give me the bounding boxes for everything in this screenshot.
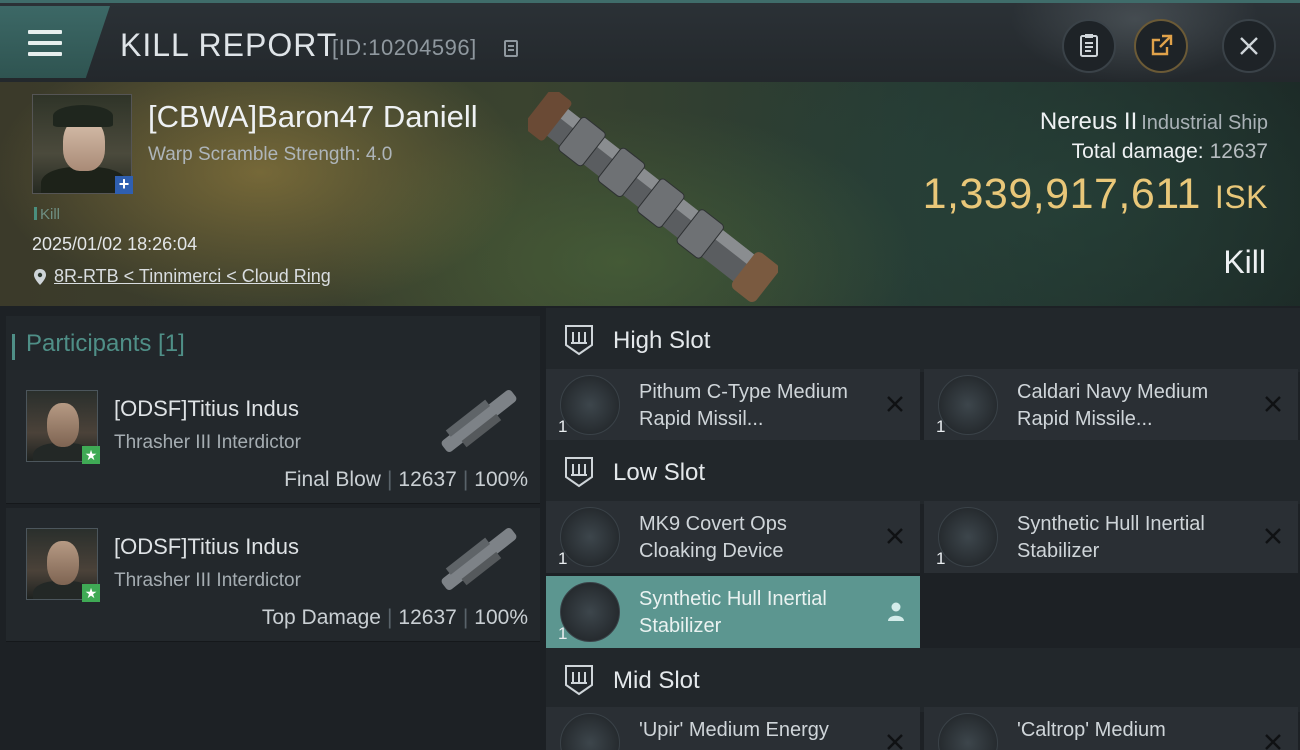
participant-ship-image [441,390,517,452]
total-damage-value: 12637 [1209,140,1268,163]
victim-ship-image [528,92,778,302]
remove-x-icon[interactable] [884,525,906,547]
victim-name[interactable]: [CBWA]Baron47 Daniell [148,99,478,135]
cloaking-device-icon [560,507,620,567]
module-item[interactable]: 1 Pithum C-Type Medium Rapid Missil... [546,369,920,441]
energy-module-icon [560,713,620,750]
slot-icon [565,665,593,696]
close-icon [1240,37,1258,55]
isk-amount: 1,339,917,611 [922,170,1201,218]
remove-x-icon[interactable] [1262,525,1284,547]
module-name: 'Upir' Medium Energy [639,719,829,741]
header-bar: KILL REPORT [ID:10204596] [0,0,1300,83]
copy-icon[interactable] [504,40,518,57]
clipboard-button[interactable] [1062,19,1116,73]
low-slot-label: Low Slot [613,459,706,486]
participant-damage: 12637 [398,606,457,629]
participants-label: Participants [1] [12,330,185,360]
slot-icon [565,325,593,356]
participant-stats: Final Blow | 12637 | 100% [284,468,528,491]
participant-card[interactable]: ★ [ODSF]Titius Indus Thrasher III Interd… [6,370,540,504]
module-qty: 1 [936,549,946,568]
victim-ship[interactable]: Nereus II Industrial Ship [1040,108,1268,136]
module-qty: 1 [936,417,946,436]
mid-slot-header: Mid Slot [546,648,1300,712]
participant-ship: Thrasher III Interdictor [114,570,301,591]
plus-icon[interactable]: + [115,175,133,194]
module-item[interactable]: 'Caltrop' Medium [924,707,1298,750]
high-slot-header: High Slot [546,308,1300,372]
clipboard-icon [1080,34,1098,57]
module-item[interactable]: 1 MK9 Covert Ops Cloaking Device [546,501,920,573]
menu-icon [28,30,62,63]
low-slot-header: Low Slot [546,440,1300,504]
star-icon: ★ [82,584,100,602]
participant-ship: Thrasher III Interdictor [114,432,301,453]
module-name: Synthetic Hull Inertial Stabilizer [639,588,827,637]
kill-datetime: 2025/01/02 18:26:04 [32,234,198,254]
pin-icon [34,268,46,285]
missile-launcher-icon [560,375,620,435]
report-id: [ID:10204596] [332,35,477,60]
module-qty: 1 [558,624,568,643]
participant-ship-image [441,528,517,590]
isk-unit: ISK [1214,179,1268,215]
kill-banner: + [CBWA]Baron47 Daniell Warp Scramble St… [0,82,1300,306]
kill-location-link[interactable]: 8R-RTB < Tinnimerci < Cloud Ring [32,266,331,287]
module-name: Caldari Navy Medium Rapid Missile... [1017,381,1209,430]
isk-value: 1,339,917,611 ISK [923,170,1268,219]
participant-name: [ODSF]Titius Indus [114,396,300,421]
module-name: Synthetic Hull Inertial Stabilizer [1017,513,1205,562]
module-name: MK9 Covert Ops Cloaking Device [639,513,787,562]
location-text: 8R-RTB < Tinnimerci < Cloud Ring [54,266,331,286]
missile-launcher-icon [938,375,998,435]
participant-card[interactable]: ★ [ODSF]Titius Indus Thrasher III Interd… [6,508,540,642]
participants-panel: Participants [1] ★ [ODSF]Titius Indus Th… [0,306,540,750]
module-name: 'Caltrop' Medium [1017,719,1166,741]
total-damage-label: Total damage: [1071,140,1204,163]
caltrop-module-icon [938,713,998,750]
ship-name: Nereus II [1039,108,1138,135]
module-qty: 1 [558,549,568,568]
close-button[interactable] [1222,19,1276,73]
participants-header: Participants [1] [6,316,540,372]
participant-role: Final Blow [284,468,381,491]
remove-x-icon[interactable] [884,393,906,415]
participant-name: [ODSF]Titius Indus [114,534,300,559]
warp-scramble-strength: Warp Scramble Strength: 4.0 [148,144,393,165]
remove-x-icon[interactable] [1262,731,1284,750]
participant-role: Top Damage [261,606,381,629]
kill-tag: Kill [34,206,60,223]
inertial-stabilizer-icon [560,582,620,642]
share-button[interactable] [1134,19,1188,73]
high-slot-label: High Slot [613,327,711,354]
slot-icon [565,457,593,488]
page-title: KILL REPORT [120,27,338,63]
total-damage: Total damage: 12637 [1072,140,1268,164]
module-name: Pithum C-Type Medium Rapid Missil... [639,381,848,430]
participant-damage: 12637 [398,468,457,491]
remove-x-icon[interactable] [884,731,906,750]
module-item[interactable]: 1 Synthetic Hull Inertial Stabilizer [924,501,1298,573]
inertial-stabilizer-icon [938,507,998,567]
module-item[interactable]: 'Upir' Medium Energy [546,707,920,750]
kill-result: Kill [1223,244,1266,280]
mid-slot-label: Mid Slot [613,667,700,694]
module-qty: 1 [558,417,568,436]
module-item[interactable]: 1 Caldari Navy Medium Rapid Missile... [924,369,1298,441]
star-icon: ★ [82,446,100,464]
participant-percent: 100% [474,606,528,629]
menu-button[interactable] [0,6,110,78]
ship-class: Industrial Ship [1141,112,1268,134]
fittings-panel: High Slot 1 Pithum C-Type Medium Rapid M… [546,306,1300,750]
share-icon [1151,34,1173,56]
module-item-selected[interactable]: 1 Synthetic Hull Inertial Stabilizer [546,576,920,648]
participant-stats: Top Damage | 12637 | 100% [261,606,528,629]
participant-percent: 100% [474,468,528,491]
person-icon [888,602,904,621]
remove-x-icon[interactable] [1262,393,1284,415]
